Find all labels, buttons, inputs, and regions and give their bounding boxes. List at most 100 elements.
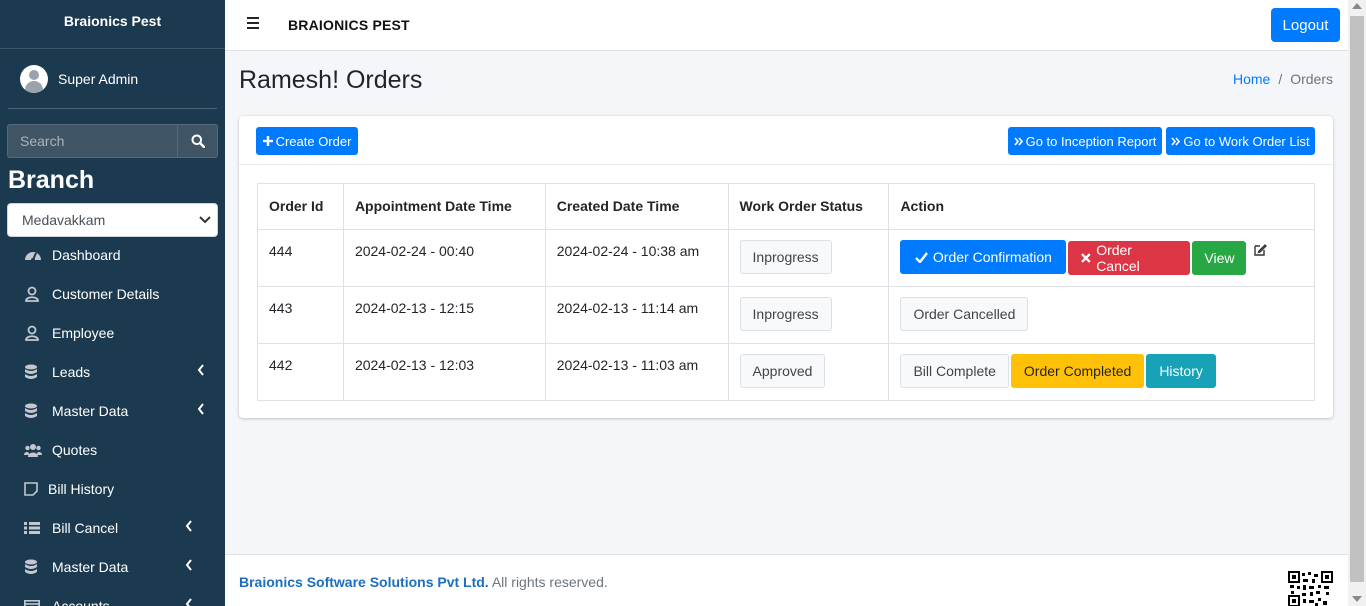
search-icon [191,134,205,148]
close-icon [1081,252,1092,263]
order-cancelled-button[interactable]: Order Cancelled [900,297,1029,331]
appointment-cell: 2024-02-24 - 00:40 [342,229,546,287]
sidebar-item-label: Bill Cancel [52,519,119,536]
history-button[interactable]: History [1146,354,1216,388]
plus-icon [262,136,273,146]
branch-title: Branch [8,166,95,194]
list-icon [24,519,44,537]
check-icon [915,251,928,263]
sidebar-item-label: Bill History [48,480,115,497]
column-header-order-id: Order Id [257,183,344,230]
sidebar-item-customer-details[interactable]: Customer Details [0,274,225,313]
double-chevron-right-icon [1013,136,1023,146]
hamburger-menu-icon[interactable] [247,17,259,29]
page-scrollbar[interactable] [1348,0,1366,606]
sidebar-item-bill-history[interactable]: Bill History [0,469,225,508]
status-cell: Approved [727,343,890,401]
orders-table: Order Id Appointment Date Time Created D… [257,183,1315,401]
status-cell: Inprogress [727,229,890,287]
action-cell: Order Confirmation Order Cancel View [888,229,1315,287]
table-row: 442 2024-02-13 - 12:03 2024-02-13 - 11:0… [257,343,1315,401]
logout-button[interactable]: Logout [1271,8,1340,42]
chevron-left-icon [185,598,192,606]
appointment-cell: 2024-02-13 - 12:03 [342,343,546,401]
chevron-left-icon [185,520,192,532]
sidebar: Braionics Pest Super Admin Branch Medava… [0,0,225,606]
search-input[interactable] [7,124,177,158]
sidebar-item-label: Master Data [52,402,129,419]
scrollbar-thumb[interactable] [1350,16,1364,582]
order-id-cell: 443 [257,286,344,344]
branch-select[interactable]: Medavakkam [7,203,218,237]
column-header-appointment: Appointment Date Time [342,183,546,230]
view-button[interactable]: View [1192,240,1247,275]
create-order-button[interactable]: Create Order [256,127,358,155]
appointment-cell: 2024-02-13 - 12:15 [342,286,546,344]
user-icon [24,285,44,303]
order-confirmation-button[interactable]: Order Confirmation [900,240,1067,274]
top-title: BRAIONICS PEST [288,17,410,33]
table-row: 444 2024-02-24 - 00:40 2024-02-24 - 10:3… [257,229,1315,287]
breadcrumb-current: Orders [1290,71,1333,87]
table-row: 443 2024-02-13 - 12:15 2024-02-13 - 11:1… [257,286,1315,344]
breadcrumb: Home / Orders [1233,71,1333,87]
sidebar-item-master-data[interactable]: Master Data [0,391,225,430]
inception-report-button[interactable]: Go to Inception Report [1008,127,1162,155]
avatar [20,64,48,93]
breadcrumb-home-link[interactable]: Home [1233,71,1270,87]
chevron-left-icon [197,364,204,376]
user-panel[interactable]: Super Admin [8,49,217,109]
scroll-up-arrow-icon[interactable] [1352,3,1362,9]
column-header-status: Work Order Status [727,183,890,230]
footer-company-link[interactable]: Braionics Software Solutions Pvt Ltd. [239,574,489,590]
scroll-down-arrow-icon[interactable] [1352,596,1362,602]
column-header-action: Action [888,183,1315,230]
card-header: Create Order Go to Inception Report Go t… [239,116,1333,165]
brand-title[interactable]: Braionics Pest [0,0,225,49]
status-button[interactable]: Approved [739,354,826,388]
sidebar-item-bill-cancel[interactable]: Bill Cancel [0,508,225,547]
search-button[interactable] [177,124,218,158]
sidebar-item-label: Employee [52,324,115,341]
created-cell: 2024-02-13 - 11:03 am [544,343,729,401]
chevron-down-icon [199,216,211,224]
sidebar-item-label: Accounts [52,597,110,606]
order-id-cell: 444 [257,229,344,287]
chevron-left-icon [197,403,204,415]
money-icon [24,597,44,606]
branch-selected: Medavakkam [22,212,106,228]
work-order-list-label: Go to Work Order List [1183,133,1310,149]
breadcrumb-separator: / [1278,71,1283,87]
action-cell: Bill Complete Order Completed History [888,343,1315,401]
column-header-created: Created Date Time [544,183,729,230]
sidebar-item-quotes[interactable]: Quotes [0,430,225,469]
status-button[interactable]: Inprogress [739,240,832,274]
order-id-cell: 442 [257,343,344,401]
sidebar-item-label: Customer Details [52,285,160,302]
inception-report-label: Go to Inception Report [1025,133,1157,149]
footer-rights: All rights reserved. [491,574,608,590]
action-cell: Order Cancelled [888,286,1315,344]
sidebar-item-master-data-2[interactable]: Master Data [0,547,225,586]
footer-text: Braionics Software Solutions Pvt Ltd. Al… [239,574,608,590]
sidebar-nav: Dashboard Customer Details Employee Lead… [0,235,225,606]
topbar: BRAIONICS PEST Logout [225,0,1348,51]
status-cell: Inprogress [727,286,890,344]
order-cancel-button[interactable]: Order Cancel [1068,240,1191,275]
page-title: Ramesh! Orders [239,66,423,94]
tachometer-icon [24,246,44,264]
sidebar-item-dashboard[interactable]: Dashboard [0,235,225,274]
user-icon [24,324,44,342]
sidebar-search [7,124,218,158]
sidebar-item-leads[interactable]: Leads [0,352,225,391]
sidebar-item-label: Master Data [52,558,129,575]
user-name[interactable]: Super Admin [58,71,138,87]
orders-card: Create Order Go to Inception Report Go t… [239,116,1333,418]
status-button[interactable]: Inprogress [739,297,832,331]
edit-icon[interactable] [1254,243,1268,256]
work-order-list-button[interactable]: Go to Work Order List [1166,127,1315,155]
order-completed-button[interactable]: Order Completed [1010,354,1145,388]
bill-complete-button[interactable]: Bill Complete [900,354,1009,388]
sidebar-item-accounts[interactable]: Accounts [0,586,225,606]
sidebar-item-employee[interactable]: Employee [0,313,225,352]
